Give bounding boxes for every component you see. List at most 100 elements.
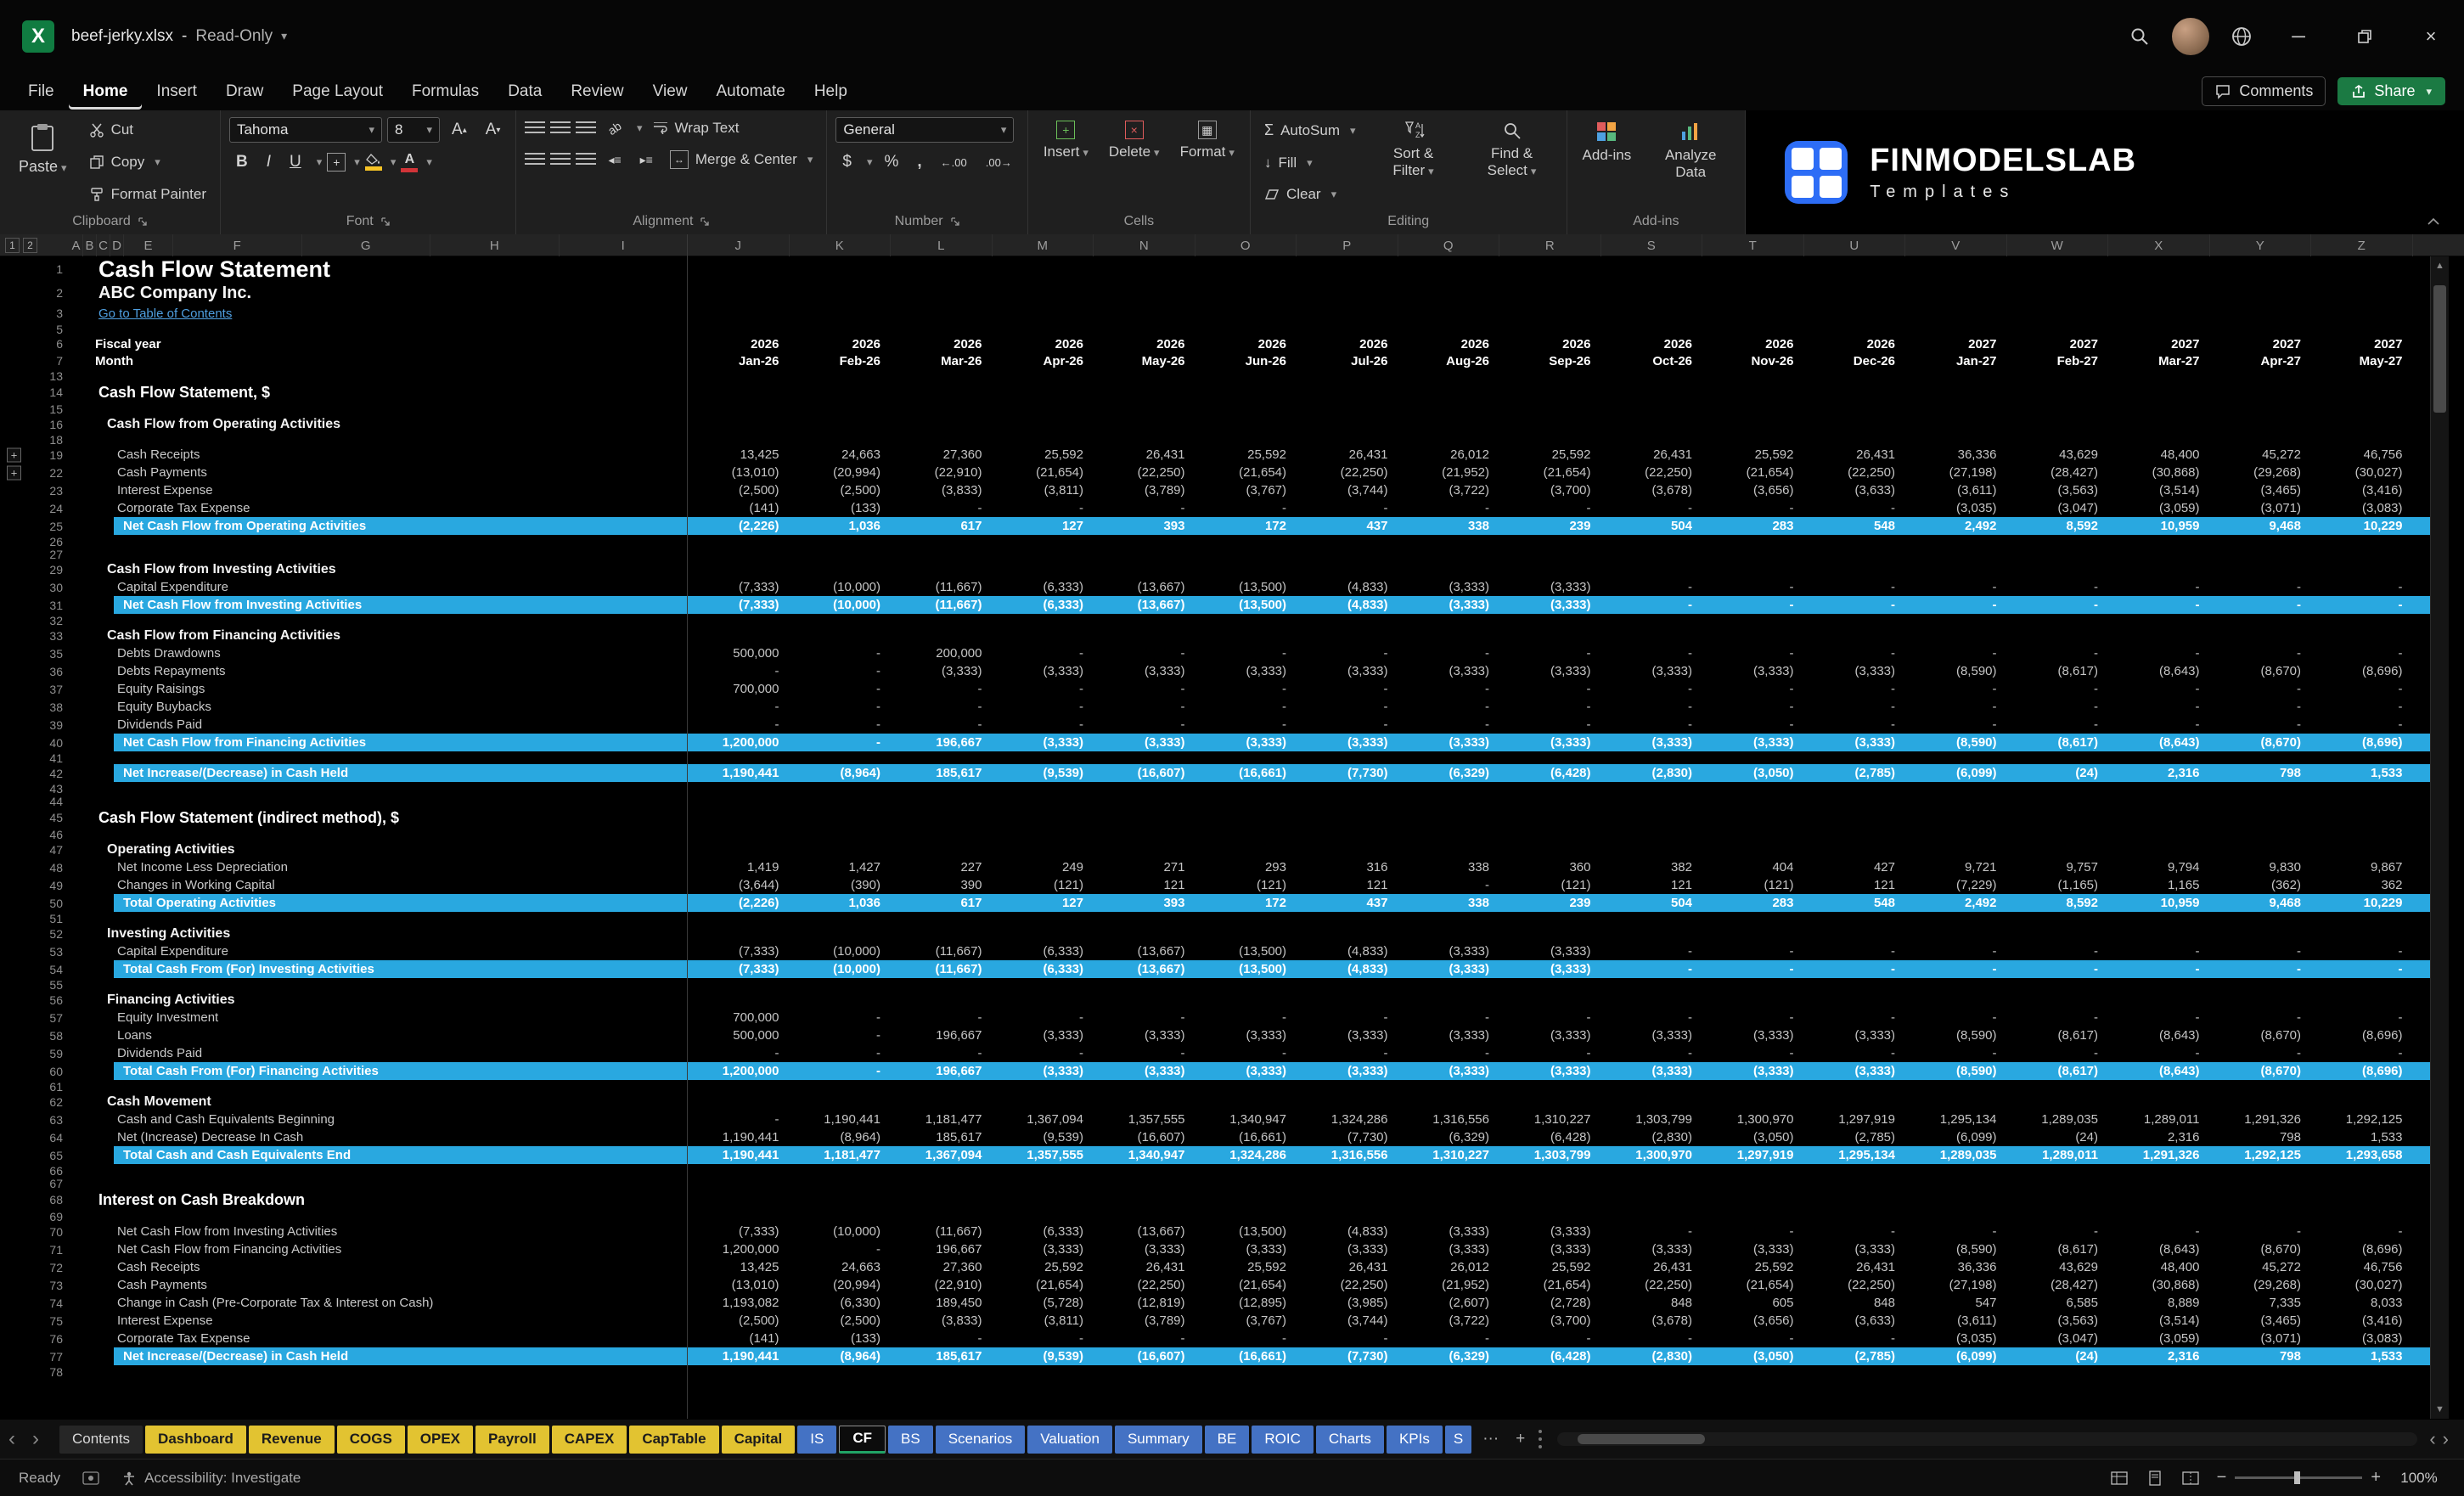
cut-button[interactable]: Cut <box>84 119 211 141</box>
column-header-C[interactable]: C <box>97 234 110 256</box>
cell[interactable]: (3,059) <box>2108 1331 2210 1346</box>
cell[interactable]: (6,333) <box>993 580 1094 594</box>
cell[interactable]: - <box>1804 501 1906 515</box>
cell[interactable]: 25,592 <box>1195 1260 1297 1274</box>
cell[interactable]: 25,592 <box>1702 447 1804 462</box>
row-number[interactable]: 77 <box>34 1350 70 1364</box>
cell[interactable]: - <box>891 700 993 714</box>
sheet-tab-opex[interactable]: OPEX <box>408 1426 473 1454</box>
cell[interactable]: 547 <box>1905 1296 2007 1310</box>
cell[interactable]: - <box>1804 580 1906 594</box>
cell[interactable]: - <box>1601 1046 1703 1060</box>
cell[interactable]: (8,696) <box>2311 1242 2413 1257</box>
cell[interactable]: - <box>790 1242 892 1257</box>
row-label[interactable]: Debts Drawdowns <box>70 646 688 661</box>
cell[interactable]: (3,333) <box>1195 1242 1297 1257</box>
cell[interactable]: (13,667) <box>1094 580 1195 594</box>
underline-button[interactable]: U <box>283 151 308 173</box>
cell[interactable]: 200,000 <box>891 646 993 661</box>
row-label[interactable]: Interest Expense <box>70 1313 688 1328</box>
column-header-Y[interactable]: Y <box>2210 234 2312 256</box>
cell[interactable]: (24) <box>2007 766 2109 780</box>
cell[interactable]: 24,663 <box>790 1260 892 1274</box>
cell[interactable]: - <box>688 664 790 678</box>
cell[interactable]: 1,165 <box>2108 878 2210 892</box>
avatar[interactable] <box>2172 18 2209 55</box>
cell[interactable]: (22,250) <box>1804 465 1906 480</box>
row-number[interactable]: 65 <box>34 1149 70 1162</box>
cell[interactable]: 500,000 <box>688 1028 790 1043</box>
row-label[interactable]: Interest Expense <box>70 483 688 498</box>
cell[interactable]: 2,316 <box>2108 766 2210 780</box>
row-number[interactable]: 55 <box>34 978 70 992</box>
cell[interactable]: - <box>1195 1331 1297 1346</box>
paste-button[interactable]: Paste▾ <box>8 117 77 181</box>
cell[interactable]: 46,756 <box>2311 447 2413 462</box>
cell[interactable]: - <box>1601 598 1703 612</box>
row-label[interactable]: Net Cash Flow from Financing Activities <box>70 735 688 750</box>
column-header-W[interactable]: W <box>2007 234 2109 256</box>
cell[interactable]: (7,730) <box>1297 1130 1398 1144</box>
cell[interactable]: - <box>2108 646 2210 661</box>
globe-icon[interactable] <box>2218 13 2265 60</box>
cell[interactable]: (3,035) <box>1905 1331 2007 1346</box>
cell[interactable]: (13,667) <box>1094 1224 1195 1239</box>
format-cells-button[interactable]: ▦ Format▾ <box>1173 117 1241 164</box>
cell[interactable]: - <box>2311 598 2413 612</box>
cell[interactable]: 2026 <box>1499 337 1601 352</box>
cell[interactable]: (3,633) <box>1804 1313 1906 1328</box>
menu-tab-home[interactable]: Home <box>69 74 143 110</box>
cell[interactable]: 1,533 <box>2311 1130 2413 1144</box>
cell[interactable]: - <box>1398 1010 1500 1025</box>
row-number[interactable]: 78 <box>34 1365 70 1379</box>
cell[interactable]: - <box>1297 1331 1398 1346</box>
cell[interactable]: - <box>1398 682 1500 696</box>
cell[interactable]: - <box>790 646 892 661</box>
row-number[interactable]: 23 <box>34 484 70 498</box>
cell[interactable]: 1,190,441 <box>688 1148 790 1162</box>
restore-button[interactable] <box>2332 0 2398 72</box>
cell[interactable]: 25,592 <box>993 1260 1094 1274</box>
cell[interactable]: (2,500) <box>688 483 790 498</box>
align-middle-icon[interactable] <box>550 121 571 135</box>
column-header-Z[interactable]: Z <box>2311 234 2413 256</box>
cell[interactable]: May-27 <box>2311 354 2413 368</box>
cell[interactable]: 2027 <box>2108 337 2210 352</box>
cell[interactable]: 1,357,555 <box>993 1148 1094 1162</box>
cell[interactable]: 26,431 <box>1297 447 1398 462</box>
row-label[interactable]: Equity Raisings <box>70 682 688 696</box>
cell[interactable]: 1,300,970 <box>1601 1148 1703 1162</box>
cell[interactable]: 26,431 <box>1804 447 1906 462</box>
column-header-E[interactable]: E <box>124 234 173 256</box>
cell[interactable]: (3,811) <box>993 1313 1094 1328</box>
row-label[interactable]: Cash and Cash Equivalents Beginning <box>70 1112 688 1127</box>
cell[interactable]: - <box>2108 1046 2210 1060</box>
share-button[interactable]: Share ▾ <box>2337 77 2445 105</box>
cell[interactable]: 848 <box>1601 1296 1703 1310</box>
cell[interactable]: - <box>2007 646 2109 661</box>
cell[interactable]: (21,654) <box>1499 1278 1601 1292</box>
align-center-icon[interactable] <box>550 153 571 166</box>
cell[interactable]: 393 <box>1094 896 1195 910</box>
cell[interactable]: 127 <box>993 519 1094 533</box>
cell[interactable]: (8,670) <box>2210 1064 2312 1078</box>
cell[interactable]: (13,667) <box>1094 598 1195 612</box>
cell[interactable]: Oct-26 <box>1601 354 1703 368</box>
cell[interactable]: 1,340,947 <box>1094 1148 1195 1162</box>
row-label[interactable]: Fiscal year <box>70 337 688 352</box>
row-number[interactable]: 13 <box>34 369 70 383</box>
column-header-B[interactable]: B <box>83 234 97 256</box>
row-number[interactable]: 76 <box>34 1332 70 1346</box>
cell[interactable]: Mar-26 <box>891 354 993 368</box>
cell[interactable]: Jun-26 <box>1195 354 1297 368</box>
cell[interactable]: (11,667) <box>891 580 993 594</box>
cell[interactable]: (2,500) <box>790 483 892 498</box>
row-number[interactable]: 63 <box>34 1113 70 1127</box>
borders-icon[interactable]: + <box>327 153 346 172</box>
font-size-combo[interactable]: 8▾ <box>387 117 440 143</box>
cell[interactable]: (141) <box>688 1331 790 1346</box>
cell[interactable]: (3,416) <box>2311 1313 2413 1328</box>
row-number[interactable]: 25 <box>34 520 70 533</box>
cell[interactable]: 8,592 <box>2007 519 2109 533</box>
cell[interactable]: (11,667) <box>891 944 993 959</box>
